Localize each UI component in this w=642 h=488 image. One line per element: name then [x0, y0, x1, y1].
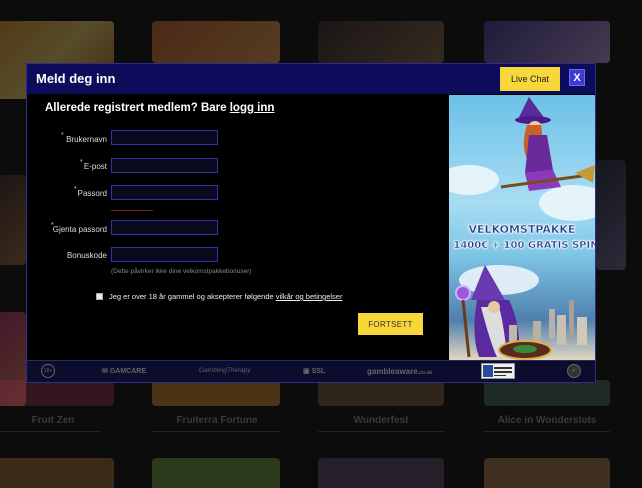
terms-checkbox[interactable] [96, 293, 103, 300]
age-18-badge: 18+ [41, 364, 55, 378]
gaming-commission-logo[interactable] [481, 363, 515, 379]
ssl-badge: ▣ SSL [303, 367, 325, 375]
game-title-fruit-zen[interactable]: Fruit Zen [0, 415, 116, 426]
game-tile-row3-4[interactable] [484, 458, 610, 488]
casino-page: Fruit Zen Fruiterra Fortune Wunderfest A… [0, 0, 642, 488]
game-tile-row3-3[interactable] [318, 458, 444, 488]
gaming-commission-icon [483, 365, 512, 377]
login-prompt: Allerede registrert medlem? Bare logg in… [45, 102, 274, 114]
game-tile-fruit-zen[interactable] [0, 380, 114, 406]
divider [0, 431, 100, 432]
gamblingtherapy-logo[interactable]: GamblingTherapy [199, 367, 251, 374]
live-chat-button[interactable]: Live Chat [500, 67, 560, 91]
gambleaware-suffix: .co.uk [417, 370, 433, 376]
gamcare-icon: ✉ [102, 368, 108, 375]
username-input[interactable] [111, 130, 218, 145]
game-title-alice[interactable]: Alice in Wonderslots [484, 415, 610, 426]
password-input[interactable] [111, 185, 218, 200]
gamcare-text: GAMCARE [109, 368, 146, 375]
lock-icon: ▣ [303, 368, 310, 375]
promo-offer: 1400€ + 100 GRATIS SPIN [453, 240, 595, 251]
gambleaware-logo[interactable]: gambleaware.co.uk [367, 367, 432, 376]
ssl-text: SSL [311, 368, 326, 375]
repeat-password-input[interactable] [111, 220, 218, 235]
bonus-note: (Dette påvirker ikke dine velkomstpakkeb… [111, 268, 252, 275]
game-tile-right-mid[interactable] [596, 160, 626, 270]
password-strength-bar [111, 210, 153, 211]
game-tile-row3-2[interactable] [152, 458, 280, 488]
bonus-code-label: Bonuskode [66, 251, 107, 260]
game-tile-row3-1[interactable] [0, 458, 114, 488]
verified-seal-icon: ✓ [567, 364, 581, 378]
game-tile-alice[interactable] [484, 380, 610, 406]
terms-link[interactable]: vilkår og betingelser [276, 292, 343, 301]
game-tile-booming[interactable] [484, 21, 610, 63]
game-tile-3[interactable] [318, 21, 444, 63]
welcome-promo-banner[interactable]: VELKOMSTPAKKE 1400€ + 100 GRATIS SPIN [449, 95, 595, 360]
continue-button[interactable]: FORTSETT [358, 313, 423, 335]
login-prompt-text: Allerede registrert medlem? Bare [45, 102, 230, 114]
game-tile-fruiterra[interactable] [152, 380, 280, 406]
game-title-fruiterra[interactable]: Fruiterra Fortune [154, 415, 280, 426]
password-label: Passord [77, 189, 107, 198]
game-tile-wunderfest[interactable] [318, 380, 444, 406]
divider [152, 431, 280, 432]
modal-title: Meld deg inn [36, 71, 116, 86]
divider [318, 431, 444, 432]
login-link[interactable]: logg inn [230, 102, 275, 114]
register-modal: Meld deg inn Live Chat X Allerede regist… [26, 63, 596, 383]
bonus-code-input[interactable] [111, 247, 218, 262]
terms-text-prefix: Jeg er over 18 år gammel og aksepterer f… [109, 292, 276, 301]
gamcare-logo[interactable]: ✉ GAMCARE [102, 367, 146, 375]
responsible-gaming-footer: 18+ ✉ GAMCARE GamblingTherapy ▣ SSL gamb… [27, 360, 595, 382]
game-tile-left-mid[interactable] [0, 175, 26, 265]
email-label: E-post [83, 162, 107, 171]
gambleaware-text: gambleaware [367, 367, 418, 376]
username-label: Brukernavn [66, 135, 107, 144]
divider [484, 431, 610, 432]
terms-text: Jeg er over 18 år gammel og aksepterer f… [109, 292, 342, 301]
modal-header: Meld deg inn Live Chat X [27, 64, 595, 94]
email-input[interactable] [111, 158, 218, 173]
promo-headline: VELKOMSTPAKKE [468, 223, 576, 236]
game-tile-2[interactable] [152, 21, 280, 63]
repeat-password-label: Gjenta passord [52, 225, 107, 234]
close-button[interactable]: X [569, 69, 585, 86]
game-title-wunderfest[interactable]: Wunderfest [318, 415, 444, 426]
